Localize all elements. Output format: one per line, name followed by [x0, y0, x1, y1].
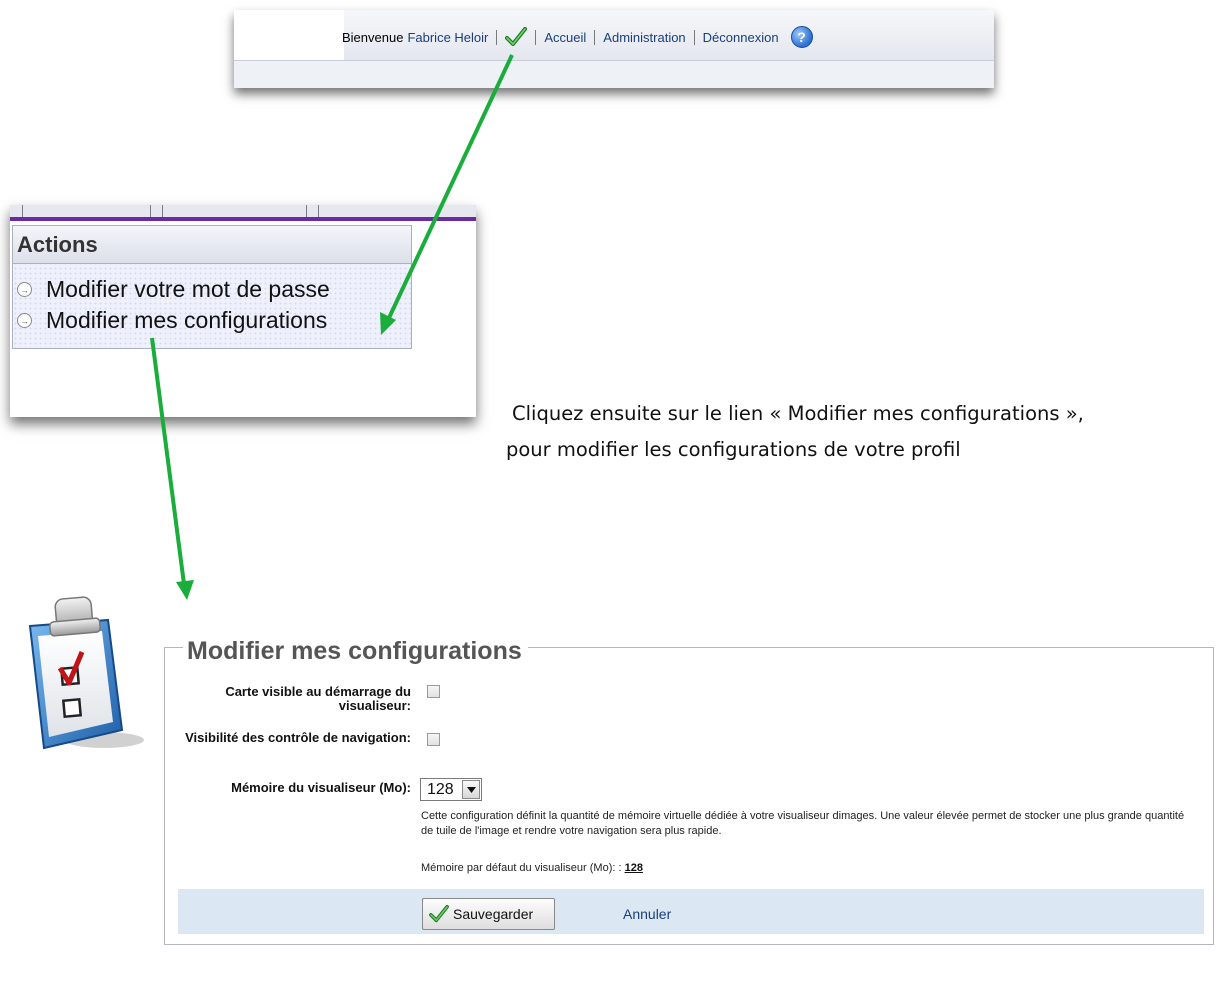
arrow-to-form	[150, 337, 186, 585]
save-button-label: Sauvegarder	[453, 906, 534, 922]
arrow-head	[176, 580, 194, 600]
memory-label: Mémoire du visualiseur (Mo):	[231, 780, 411, 795]
check-icon	[429, 905, 449, 923]
map-visible-checkbox[interactable]	[427, 685, 440, 698]
default-memory-label: Mémoire par défaut du visualiseur (Mo): …	[421, 862, 622, 874]
nav-visibility-checkbox[interactable]	[427, 733, 440, 746]
memory-help-text: Cette configuration définit la quantité …	[421, 810, 1185, 837]
chevron-down-icon[interactable]	[462, 780, 480, 799]
memory-select[interactable]: 128	[420, 778, 482, 801]
nav-visibility-label: Visibilité des contrôle de navigation:	[185, 730, 411, 745]
memory-select-value: 128	[427, 780, 454, 798]
arrow-to-actions	[386, 54, 514, 321]
save-button[interactable]: Sauvegarder	[422, 898, 555, 930]
cancel-link[interactable]: Annuler	[623, 906, 671, 922]
clipboard-checklist-icon	[28, 596, 144, 750]
config-form-title: Modifier mes configurations	[183, 637, 528, 666]
default-memory-value: 128	[624, 862, 643, 874]
form-button-bar	[178, 889, 1204, 934]
map-visible-label: Carte visible au démarrage du visualiseu…	[225, 684, 411, 713]
default-memory-line: Mémoire par défaut du visualiseur (Mo): …	[421, 862, 643, 874]
